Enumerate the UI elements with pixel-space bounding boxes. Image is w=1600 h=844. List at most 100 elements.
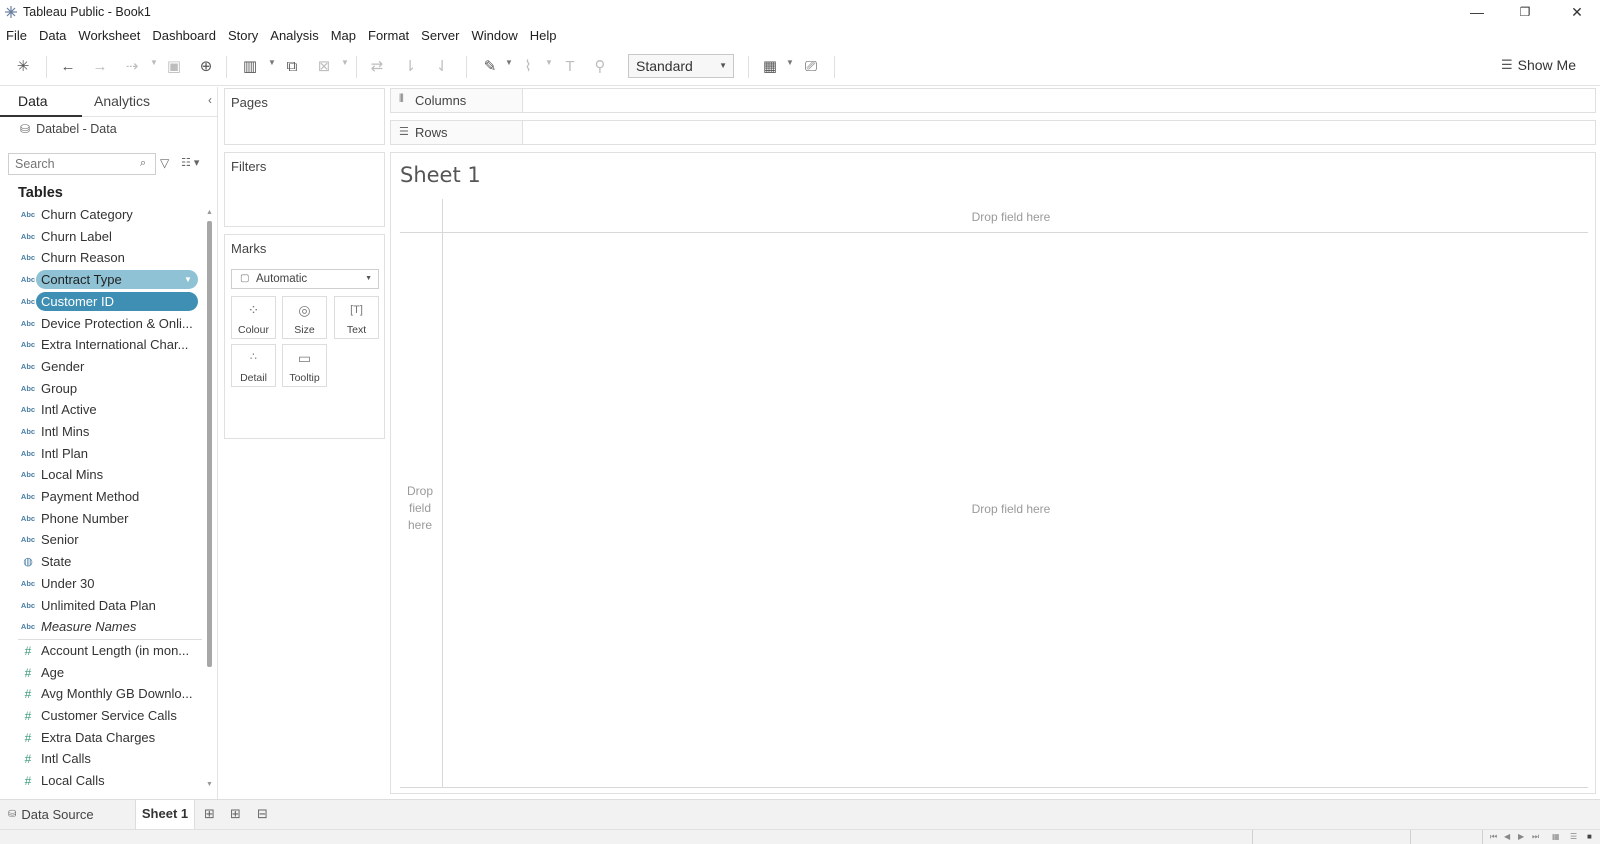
field-item[interactable]: # Local Calls xyxy=(0,770,204,791)
field-item[interactable]: Abc Churn Label xyxy=(0,226,204,247)
group-members-icon[interactable]: ⌇ xyxy=(518,56,538,76)
sort-ascending-icon[interactable]: ⇂ xyxy=(400,56,420,76)
tooltip-button[interactable]: ▭ Tooltip xyxy=(282,344,327,387)
restore-button[interactable]: ❐ xyxy=(1502,0,1548,24)
undo-icon[interactable]: ← xyxy=(58,56,78,76)
menu-window[interactable]: Window xyxy=(471,28,517,43)
field-item[interactable]: Abc Extra International Char... xyxy=(0,334,204,355)
field-item[interactable]: # Intl Calls xyxy=(0,748,204,769)
filters-shelf[interactable]: Filters xyxy=(224,152,385,227)
field-item[interactable]: Abc Churn Reason xyxy=(0,247,204,268)
chevron-down-icon[interactable]: ▼ xyxy=(268,58,276,67)
field-item[interactable]: Abc Device Protection & Onli... xyxy=(0,313,204,334)
duplicate-sheet-icon[interactable]: ⧉ xyxy=(282,56,302,76)
menu-format[interactable]: Format xyxy=(368,28,409,43)
sheet-title[interactable]: Sheet 1 xyxy=(400,163,481,187)
field-item[interactable]: Abc Customer ID xyxy=(0,291,204,312)
tabs-view-icon[interactable]: ■ xyxy=(1587,832,1592,841)
text-button[interactable]: [T] Text xyxy=(334,296,379,339)
field-item[interactable]: Abc Local Mins xyxy=(0,464,204,485)
highlight-icon[interactable]: ✎ xyxy=(480,56,500,76)
field-item[interactable]: Abc Intl Mins xyxy=(0,421,204,442)
search-input[interactable] xyxy=(8,153,156,175)
field-item[interactable]: Abc Senior xyxy=(0,529,204,550)
previous-sheet-icon[interactable]: ◀ xyxy=(1504,832,1510,841)
field-item[interactable]: Abc Gender xyxy=(0,356,204,377)
field-item[interactable]: Abc Under 30 xyxy=(0,573,204,594)
colour-button[interactable]: ⁘ Colour xyxy=(231,296,276,339)
show-mark-labels-icon[interactable]: T xyxy=(560,56,580,76)
drop-zone-center[interactable]: Drop field here xyxy=(951,501,1071,518)
tab-data[interactable]: Data xyxy=(18,93,48,109)
search-icon[interactable]: ⌕ xyxy=(140,157,146,170)
field-item[interactable]: # Age xyxy=(0,662,204,683)
menu-worksheet[interactable]: Worksheet xyxy=(78,28,140,43)
new-dashboard-icon[interactable]: ⊞ xyxy=(230,806,241,822)
field-item[interactable]: # Customer Service Calls xyxy=(0,705,204,726)
field-item[interactable]: Abc Phone Number xyxy=(0,508,204,529)
drop-zone-columns[interactable]: Drop field here xyxy=(951,209,1071,226)
collapse-pane-icon[interactable]: ‹ xyxy=(208,93,212,107)
field-item[interactable]: Abc Intl Plan xyxy=(0,443,204,464)
chevron-down-icon[interactable]: ▼ xyxy=(786,58,794,67)
field-item[interactable]: # Account Length (in mon... xyxy=(0,640,204,661)
scroll-down-icon[interactable]: ▼ xyxy=(206,781,213,788)
save-icon[interactable]: ▣ xyxy=(164,56,184,76)
menu-map[interactable]: Map xyxy=(331,28,356,43)
show-cards-icon[interactable]: ▦ xyxy=(760,56,780,76)
chevron-down-icon[interactable]: ▼ xyxy=(545,58,553,67)
field-item[interactable]: Abc Contract Type ▼ xyxy=(0,269,204,290)
menu-dashboard[interactable]: Dashboard xyxy=(152,28,216,43)
menu-help[interactable]: Help xyxy=(530,28,557,43)
columns-shelf[interactable]: ⦀ Columns xyxy=(390,88,1596,113)
rows-shelf[interactable]: ☰ Rows xyxy=(390,120,1596,145)
menu-analysis[interactable]: Analysis xyxy=(270,28,318,43)
field-item[interactable]: Abc Intl Active xyxy=(0,399,204,420)
view-options-icon[interactable]: ☷ ▾ xyxy=(181,156,199,169)
swap-rows-columns-icon[interactable]: ⇄ xyxy=(367,56,387,76)
menu-story[interactable]: Story xyxy=(228,28,258,43)
tab-sheet-1[interactable]: Sheet 1 xyxy=(135,800,195,829)
new-story-icon[interactable]: ⊟ xyxy=(257,806,268,822)
chevron-down-icon[interactable]: ▼ xyxy=(341,58,349,67)
filmstrip-icon[interactable]: ☰ xyxy=(1570,832,1577,841)
redo-icon[interactable]: → xyxy=(90,56,110,76)
tableau-home-icon[interactable]: ✳ xyxy=(13,56,33,76)
scrollbar[interactable]: ▲ ▼ xyxy=(205,209,213,793)
scroll-thumb[interactable] xyxy=(207,221,212,667)
last-sheet-icon[interactable]: ⏭ xyxy=(1532,832,1539,842)
sort-descending-icon[interactable]: ⇃ xyxy=(432,56,452,76)
chevron-down-icon[interactable]: ▼ xyxy=(150,58,158,67)
replay-icon[interactable]: ⇢ xyxy=(122,56,142,76)
field-item[interactable]: Abc Group xyxy=(0,378,204,399)
new-worksheet-icon[interactable]: ▥ xyxy=(240,56,260,76)
chevron-down-icon[interactable]: ▼ xyxy=(505,58,513,67)
drop-zone-rows[interactable]: Drop field here xyxy=(400,483,440,534)
filter-icon[interactable]: ▽ xyxy=(160,156,169,170)
menu-file[interactable]: File xyxy=(6,28,27,43)
mark-type-select[interactable]: ▢ Automatic ▼ xyxy=(231,269,379,289)
datasource-row[interactable]: ⛁ Databel - Data xyxy=(20,122,117,136)
close-button[interactable]: ✕ xyxy=(1554,0,1600,24)
field-item[interactable]: Abc Payment Method xyxy=(0,486,204,507)
new-data-source-icon[interactable]: ⊕ xyxy=(196,56,216,76)
next-sheet-icon[interactable]: ▶ xyxy=(1518,832,1524,841)
sheet-sorter-icon[interactable]: ▦ xyxy=(1552,832,1560,841)
field-item[interactable]: Abc Churn Category xyxy=(0,204,204,225)
show-me-button[interactable]: ☰ Show Me xyxy=(1501,57,1576,73)
first-sheet-icon[interactable]: ⏮ xyxy=(1490,832,1497,842)
field-item[interactable]: Abc Unlimited Data Plan xyxy=(0,595,204,616)
fit-select[interactable]: Standard ▼ xyxy=(628,54,734,78)
minimize-button[interactable]: — xyxy=(1454,0,1500,24)
field-item[interactable]: # Extra Data Charges xyxy=(0,727,204,748)
field-item[interactable]: # Avg Monthly GB Downlo... xyxy=(0,683,204,704)
detail-button[interactable]: ∴ Detail xyxy=(231,344,276,387)
presentation-mode-icon[interactable]: ⎚ xyxy=(801,56,821,76)
chevron-down-icon[interactable]: ▼ xyxy=(184,275,192,284)
field-item[interactable]: ◍ State xyxy=(0,551,204,572)
clear-sheet-icon[interactable]: ⊠ xyxy=(314,56,334,76)
size-button[interactable]: ◎ Size xyxy=(282,296,327,339)
fix-axes-icon[interactable]: ⚲ xyxy=(590,56,610,76)
field-item[interactable]: Abc Measure Names xyxy=(0,616,204,637)
menu-server[interactable]: Server xyxy=(421,28,459,43)
